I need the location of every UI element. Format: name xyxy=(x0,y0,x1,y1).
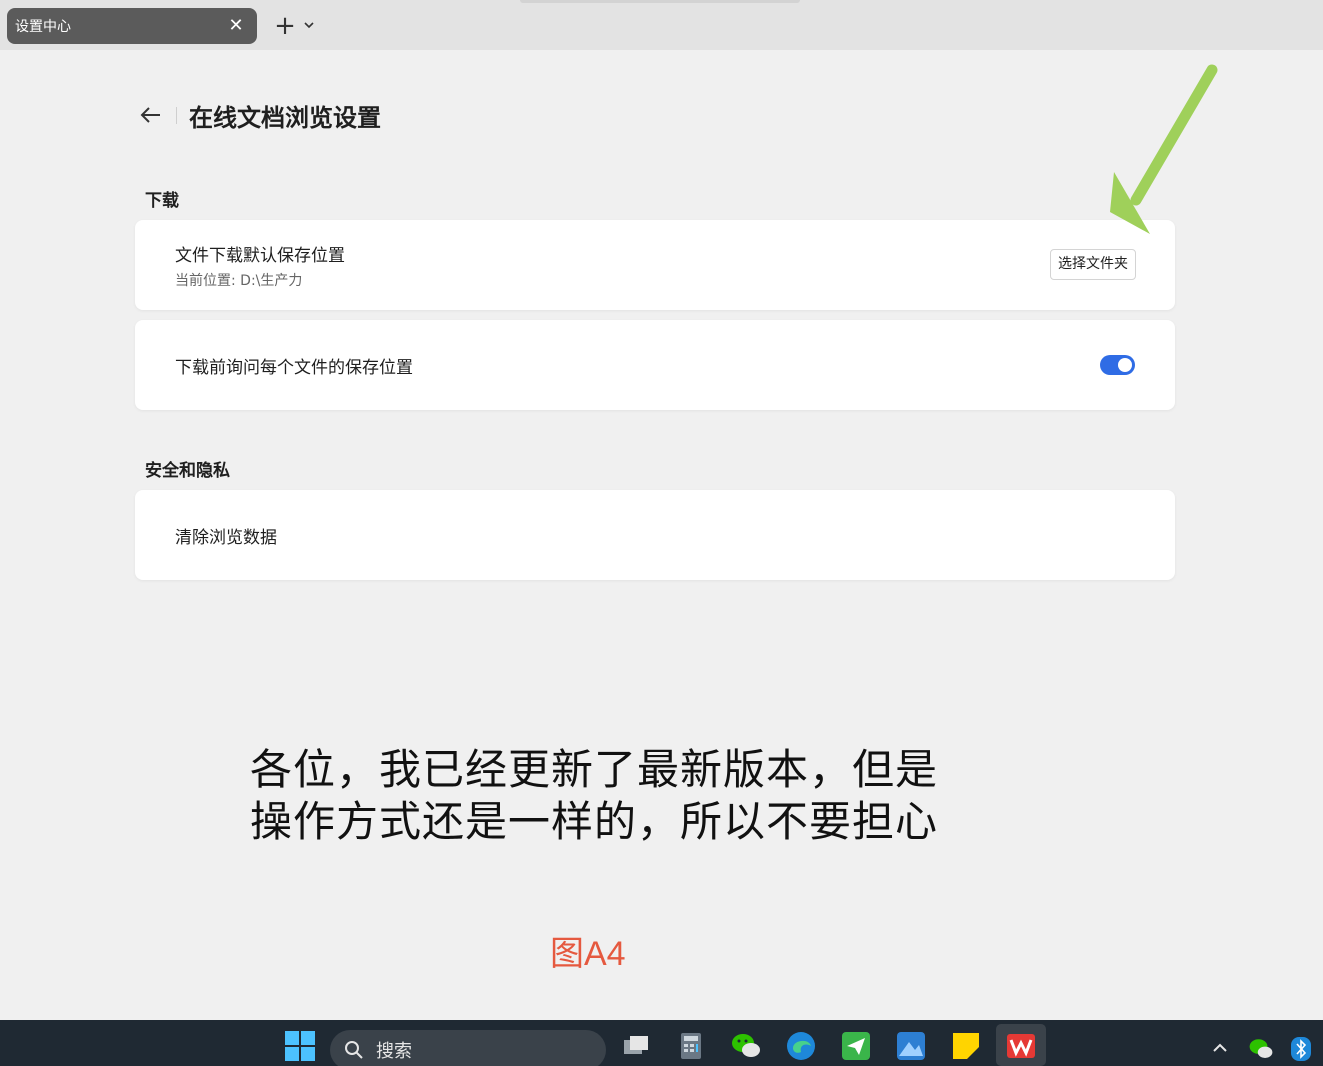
photos-icon[interactable] xyxy=(895,1030,927,1062)
choose-folder-button[interactable]: 选择文件夹 xyxy=(1050,249,1136,280)
tab-bar: 设置中心 ✕ + xyxy=(0,0,1323,50)
section-title-security-privacy: 安全和隐私 xyxy=(145,461,230,481)
bluetooth-icon[interactable] xyxy=(1290,1036,1312,1062)
tab-settings-center[interactable]: 设置中心 ✕ xyxy=(7,8,257,44)
setting-label: 文件下载默认保存位置 xyxy=(175,246,345,266)
search-placeholder: 搜索 xyxy=(376,1041,412,1062)
edge-icon[interactable] xyxy=(785,1030,817,1062)
tab-title: 设置中心 xyxy=(15,19,71,35)
page: 设置中心 ✕ + 在线文档浏览设置 下载 文件下载默认保存位置 当前位置: D:… xyxy=(0,0,1323,1066)
search-icon xyxy=(345,1041,363,1059)
close-icon[interactable]: ✕ xyxy=(227,17,245,35)
wechat-icon[interactable] xyxy=(730,1030,762,1062)
setting-label: 清除浏览数据 xyxy=(175,528,277,548)
annotation-arrow-icon xyxy=(1110,64,1218,234)
caption-text: 各位，我已经更新了最新版本，但是 操作方式还是一样的，所以不要担心 xyxy=(250,744,1010,848)
setting-card-ask-save-location: 下载前询问每个文件的保存位置 xyxy=(135,320,1175,410)
current-location-text: 当前位置: D:\生产力 xyxy=(175,273,303,289)
sticky-notes-icon[interactable] xyxy=(950,1030,982,1062)
windows-start-icon[interactable] xyxy=(284,1030,316,1062)
figure-label: 图A4 xyxy=(550,935,626,973)
setting-label: 下载前询问每个文件的保存位置 xyxy=(175,358,413,378)
setting-card-clear-browsing-data[interactable]: 清除浏览数据 xyxy=(135,490,1175,580)
chevron-down-icon[interactable] xyxy=(302,18,316,32)
wechat-tray-icon[interactable] xyxy=(1248,1036,1274,1062)
back-arrow-icon[interactable] xyxy=(138,102,164,128)
calculator-icon[interactable] xyxy=(675,1030,707,1062)
caption-line-2: 操作方式还是一样的，所以不要担心 xyxy=(250,797,939,846)
page-title: 在线文档浏览设置 xyxy=(189,104,381,132)
ask-location-toggle[interactable] xyxy=(1100,355,1135,375)
section-title-download: 下载 xyxy=(145,191,179,211)
setting-card-default-save-location: 文件下载默认保存位置 当前位置: D:\生产力 选择文件夹 xyxy=(135,220,1175,310)
send-icon[interactable] xyxy=(840,1030,872,1062)
chevron-up-icon[interactable] xyxy=(1210,1038,1230,1058)
caption-line-1: 各位，我已经更新了最新版本，但是 xyxy=(250,745,939,794)
header-divider xyxy=(176,107,177,124)
new-tab-plus-icon[interactable]: + xyxy=(272,13,298,39)
toggle-knob xyxy=(1118,358,1132,372)
task-view-icon[interactable] xyxy=(620,1030,652,1062)
wps-icon[interactable] xyxy=(1005,1030,1037,1062)
tab-bar-shadow xyxy=(520,0,800,3)
taskbar-search-input[interactable]: 搜索 xyxy=(330,1030,606,1066)
taskbar: 搜索 xyxy=(0,1020,1323,1066)
